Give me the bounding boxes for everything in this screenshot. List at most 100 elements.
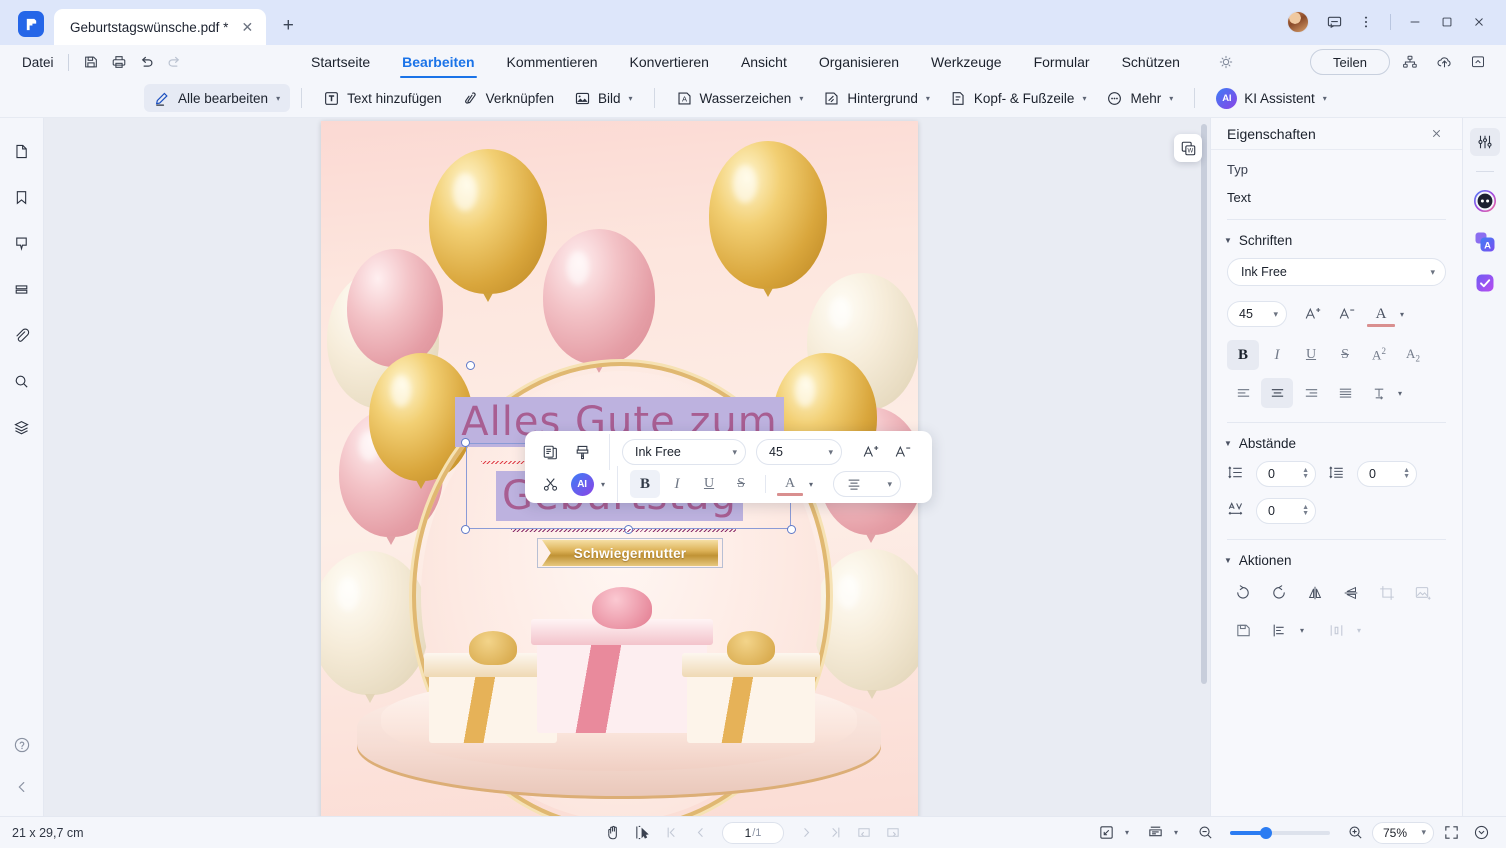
resize-handle-tl[interactable] (461, 438, 470, 447)
help-icon[interactable] (7, 732, 37, 758)
resize-handle-br[interactable] (787, 525, 796, 534)
text-align-select[interactable]: ▾ (833, 471, 902, 497)
stack-layers-icon[interactable] (7, 414, 37, 440)
cloud-upload-icon[interactable] (1430, 49, 1458, 75)
share-network-icon[interactable] (1396, 49, 1424, 75)
close-icon[interactable]: ✕ (238, 18, 256, 36)
rotate-right-icon[interactable] (1263, 578, 1295, 608)
translate-page-button[interactable]: W (1174, 134, 1202, 162)
chevron-down-icon[interactable]: ▾ (601, 480, 605, 489)
props-font-family-select[interactable]: Ink Free ▾ (1227, 258, 1446, 286)
cut-icon[interactable] (535, 470, 565, 498)
bold-button[interactable]: B (630, 470, 661, 498)
character-spacing-input[interactable]: 0 ▲ ▼ (1256, 498, 1316, 524)
menu-datei[interactable]: Datei (14, 55, 62, 70)
spacing-section-header[interactable]: ▼ Abstände (1211, 423, 1462, 461)
ai-chat-icon[interactable] (1470, 187, 1500, 215)
document-tab[interactable]: Geburtstagswünsche.pdf * ✕ (54, 9, 267, 45)
layers-list-icon[interactable] (7, 276, 37, 302)
floating-format-toolbar[interactable]: Ink Free ▾ 45 ▾ AI ▾ B I U S A ▾ ▾ (525, 431, 932, 503)
props-font-size-select[interactable]: 45 ▾ (1227, 301, 1287, 327)
chevron-down-icon[interactable]: ▾ (1300, 626, 1304, 635)
banner-schwiegermutter[interactable]: Schwiegermutter (542, 540, 718, 566)
ribbon-bild[interactable]: Bild ▾ (564, 84, 643, 112)
tips-bulb-icon[interactable] (1218, 54, 1234, 70)
superscript-button[interactable]: A2 (1363, 340, 1395, 370)
zoom-out-button[interactable] (1192, 821, 1218, 845)
copy-icon[interactable] (535, 438, 565, 466)
share-button[interactable]: Teilen (1310, 49, 1390, 75)
menu-item-startseite[interactable]: Startseite (295, 45, 386, 79)
check-task-icon[interactable] (1470, 269, 1500, 297)
maximize-button[interactable] (1432, 8, 1462, 36)
page-fit-icon[interactable] (1094, 821, 1120, 845)
menu-item-bearbeiten[interactable]: Bearbeiten (386, 45, 490, 79)
stepper-arrows[interactable]: ▲ ▼ (1403, 467, 1410, 480)
ribbon-ki-assistent[interactable]: AI KI Assistent ▾ (1206, 84, 1337, 112)
flip-horizontal-icon[interactable] (1299, 578, 1331, 608)
align-justify-button[interactable] (1329, 378, 1361, 408)
attachments-panel-icon[interactable] (7, 322, 37, 348)
menu-item-organisieren[interactable]: Organisieren (803, 45, 915, 79)
avatar[interactable] (1287, 11, 1309, 33)
underline-button[interactable]: U (694, 470, 724, 498)
ribbon-verknuepfen[interactable]: Verknüpfen (452, 84, 564, 112)
props-italic-button[interactable]: I (1261, 340, 1293, 370)
stepper-arrows[interactable]: ▲ ▼ (1302, 504, 1309, 517)
line-spacing-input[interactable]: 0 ▲ ▼ (1256, 461, 1316, 487)
zoom-slider[interactable] (1230, 826, 1330, 839)
chevron-down-icon[interactable]: ▾ (1398, 389, 1402, 398)
text-direction-button[interactable] (1363, 378, 1395, 408)
chevron-down-icon[interactable]: ▾ (1400, 310, 1404, 319)
decrease-font-size-icon[interactable] (888, 438, 918, 466)
align-right-button[interactable] (1295, 378, 1327, 408)
subscript-button[interactable]: A2 (1397, 340, 1429, 370)
more-view-options-icon[interactable] (1468, 821, 1494, 845)
props-strikethrough-button[interactable]: S (1329, 340, 1361, 370)
props-underline-button[interactable]: U (1295, 340, 1327, 370)
vertical-scrollbar[interactable] (1201, 124, 1207, 684)
font-size-select[interactable]: 45 ▾ (756, 439, 842, 465)
paragraph-spacing-input[interactable]: 0 ▲ ▼ (1357, 461, 1417, 487)
minimize-button[interactable] (1400, 8, 1430, 36)
ribbon-text-hinzufuegen[interactable]: Text hinzufügen (313, 84, 452, 112)
resize-handle-top[interactable] (466, 361, 475, 370)
save-as-icon[interactable] (1227, 615, 1259, 645)
actions-section-header[interactable]: ▼ Aktionen (1211, 540, 1462, 578)
ai-assistant-icon[interactable]: AI (567, 470, 597, 498)
properties-panel-icon[interactable] (1469, 128, 1500, 156)
window-close-button[interactable] (1464, 8, 1494, 36)
collapse-ribbon-icon[interactable] (1464, 49, 1492, 75)
strikethrough-button[interactable]: S (726, 470, 756, 498)
feedback-icon[interactable] (1319, 8, 1349, 36)
translate-icon[interactable]: A (1470, 228, 1500, 256)
decrease-font-size-icon[interactable] (1331, 299, 1363, 329)
more-options-icon[interactable] (1351, 8, 1381, 36)
print-icon[interactable] (105, 49, 133, 75)
close-icon[interactable] (1426, 124, 1446, 144)
menu-item-werkzeuge[interactable]: Werkzeuge (915, 45, 1018, 79)
ribbon-wasserzeichen[interactable]: A Wasserzeichen ▾ (666, 84, 814, 112)
increase-font-size-icon[interactable] (1297, 299, 1329, 329)
align-left-button[interactable] (1227, 378, 1259, 408)
menu-item-formular[interactable]: Formular (1018, 45, 1106, 79)
new-tab-button[interactable]: + (274, 12, 302, 40)
increase-font-size-icon[interactable] (856, 438, 886, 466)
pages-panel-icon[interactable] (7, 138, 37, 164)
collapse-sidebar-icon[interactable] (7, 774, 37, 800)
ribbon-hintergrund[interactable]: Hintergrund ▾ (813, 84, 940, 112)
hand-tool-icon[interactable] (600, 821, 626, 845)
zoom-slider-knob[interactable] (1260, 826, 1272, 839)
ribbon-alle-bearbeiten[interactable]: Alle bearbeiten ▾ (144, 84, 291, 112)
props-bold-button[interactable]: B (1227, 340, 1259, 370)
fullscreen-icon[interactable] (1438, 821, 1464, 845)
page-layout-icon[interactable] (1143, 821, 1169, 845)
fonts-section-header[interactable]: ▼ Schriften (1211, 220, 1462, 258)
select-tool-icon[interactable] (629, 821, 655, 845)
ribbon-kopf-fusszeile[interactable]: Kopf- & Fußzeile ▾ (940, 84, 1097, 112)
bookmarks-panel-icon[interactable] (7, 184, 37, 210)
save-icon[interactable] (77, 49, 105, 75)
stepper-arrows[interactable]: ▲ ▼ (1302, 467, 1309, 480)
menu-item-ansicht[interactable]: Ansicht (725, 45, 803, 79)
menu-item-konvertieren[interactable]: Konvertieren (614, 45, 725, 79)
